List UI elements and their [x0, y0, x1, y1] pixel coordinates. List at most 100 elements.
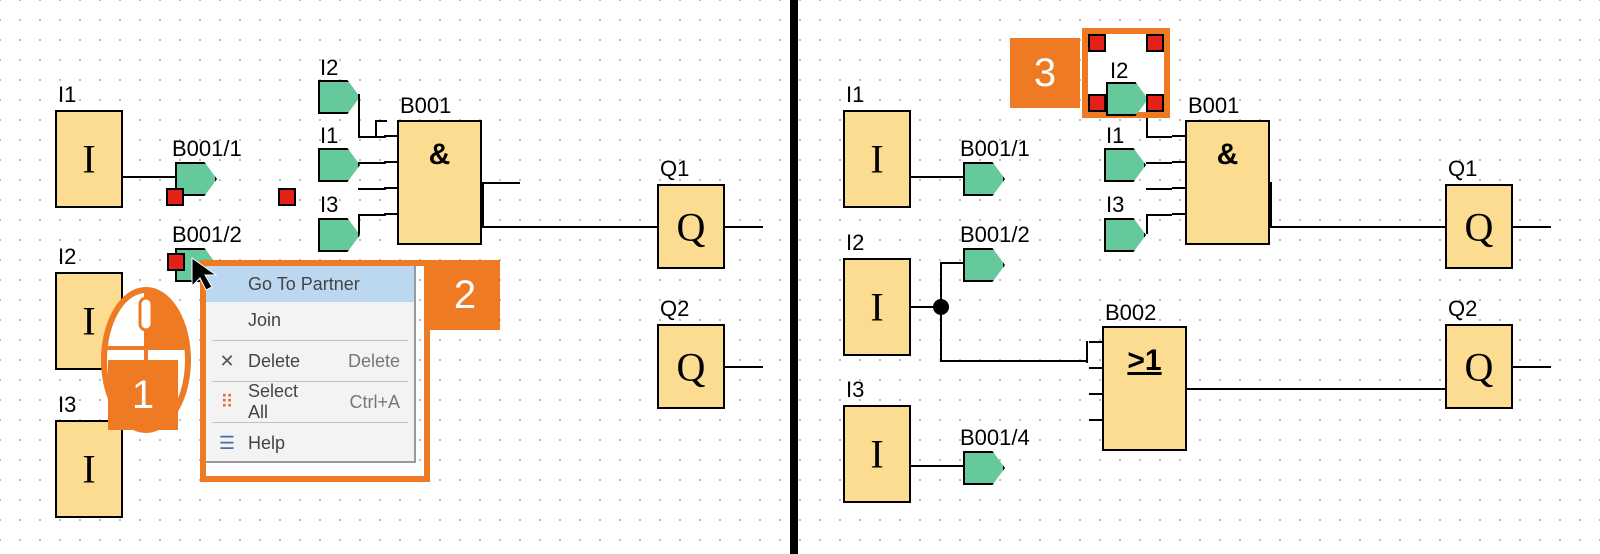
- or-gate[interactable]: >1: [1102, 326, 1187, 451]
- gate-input-tick: [384, 161, 398, 163]
- ctx-help[interactable]: ☰ Help: [206, 425, 414, 461]
- wire: [911, 465, 963, 467]
- wire: [358, 214, 360, 234]
- wire: [358, 162, 386, 164]
- io-symbol: I: [82, 136, 95, 183]
- wire: [375, 120, 387, 122]
- gatein-i1[interactable]: [318, 148, 360, 182]
- gate-input-tick: [1172, 187, 1186, 189]
- gatein-i1-r[interactable]: [1104, 148, 1146, 182]
- input-label-i3: I3: [58, 392, 76, 418]
- wire: [123, 176, 175, 178]
- selection-handle[interactable]: [1088, 34, 1106, 52]
- wire: [1146, 136, 1172, 138]
- cut-label-b0011: B001/1: [172, 136, 242, 162]
- wire: [1187, 388, 1447, 390]
- gatein-i3-r[interactable]: [1104, 218, 1146, 252]
- output-label-r2: Q2: [1448, 296, 1477, 322]
- wire: [1146, 214, 1172, 216]
- input-label-i1-r: I1: [846, 82, 864, 108]
- selectall-icon: ⠿: [216, 392, 238, 413]
- cut-connector-r2[interactable]: [963, 248, 1005, 282]
- callout-badge-3: 3: [1010, 38, 1080, 108]
- selection-handle[interactable]: [1146, 34, 1164, 52]
- wire: [482, 182, 484, 228]
- selection-handle[interactable]: [1088, 94, 1106, 112]
- output-q1-r[interactable]: Q: [1445, 184, 1513, 269]
- gate-symbol: &: [429, 138, 451, 172]
- gatein-i3[interactable]: [318, 218, 360, 252]
- gate-label: B001: [400, 93, 451, 119]
- wire: [358, 214, 386, 216]
- wire: [358, 94, 360, 138]
- wire: [375, 120, 377, 136]
- ctx-select-all[interactable]: ⠿ Select All Ctrl+A: [206, 384, 414, 420]
- ctx-join[interactable]: Join: [206, 302, 414, 338]
- wire: [482, 182, 520, 184]
- gatein-label: I1: [320, 123, 338, 149]
- selection-handle[interactable]: [166, 188, 184, 206]
- cut-label-b0012: B001/2: [172, 222, 242, 248]
- input-label-i1: I1: [58, 82, 76, 108]
- input-label-i3-r: I3: [846, 377, 864, 403]
- junction-dot: [933, 299, 949, 315]
- x-icon: ✕: [216, 351, 238, 372]
- output-label: Q1: [660, 156, 689, 182]
- output-q1[interactable]: Q: [657, 184, 725, 269]
- input-block-i2-r[interactable]: I: [843, 258, 911, 356]
- cut-connector-r1[interactable]: [963, 162, 1005, 196]
- gatein-label-r-sel: I2: [1110, 58, 1128, 84]
- gate-input-tick: [1089, 393, 1103, 395]
- wire: [1513, 366, 1551, 368]
- cut-label-r4: B001/4: [960, 425, 1030, 451]
- gate-input-tick: [1172, 213, 1186, 215]
- wire: [940, 360, 1088, 362]
- wire: [358, 136, 386, 138]
- context-menu: Go To Partner Join ✕ Delete Delete ⠿ Sel…: [204, 264, 416, 463]
- cut-connector-r4[interactable]: [963, 451, 1005, 485]
- wire: [911, 176, 963, 178]
- gatein-i2[interactable]: [318, 80, 360, 114]
- output-label-r: Q1: [1448, 156, 1477, 182]
- wire: [940, 262, 963, 264]
- and-gate-r[interactable]: &: [1185, 120, 1270, 245]
- wire: [1146, 214, 1148, 234]
- output-q2-r[interactable]: Q: [1445, 324, 1513, 409]
- panel-divider: [790, 0, 798, 554]
- gatein-label-r: I3: [1106, 192, 1124, 218]
- gate-input-tick: [1089, 367, 1103, 369]
- callout-badge-2: 2: [430, 260, 500, 330]
- selection-handle[interactable]: [278, 188, 296, 206]
- selection-handle[interactable]: [1146, 94, 1164, 112]
- wire: [725, 226, 763, 228]
- gate-input-tick: [384, 187, 398, 189]
- io-symbol: Q: [677, 343, 706, 390]
- wire: [1445, 366, 1447, 390]
- ctx-delete[interactable]: ✕ Delete Delete: [206, 343, 414, 379]
- and-gate[interactable]: &: [397, 120, 482, 245]
- gatein-label-r: I1: [1106, 123, 1124, 149]
- input-block-i1[interactable]: I: [55, 110, 123, 208]
- ctx-goto-partner[interactable]: Go To Partner: [206, 266, 414, 302]
- cut-label-r2: B001/2: [960, 222, 1030, 248]
- input-block-i1-r[interactable]: I: [843, 110, 911, 208]
- callout-badge-1: 1: [108, 360, 178, 430]
- cut-label-r1: B001/1: [960, 136, 1030, 162]
- wire: [725, 366, 763, 368]
- gate-symbol: >1: [1127, 344, 1161, 378]
- gatein-label: I2: [320, 55, 338, 81]
- io-symbol: I: [870, 136, 883, 183]
- input-block-i3-r[interactable]: I: [843, 405, 911, 503]
- wire: [358, 188, 386, 190]
- gate-input-tick: [1172, 135, 1186, 137]
- io-symbol: I: [870, 284, 883, 331]
- output-q2[interactable]: Q: [657, 324, 725, 409]
- io-symbol: Q: [1465, 203, 1494, 250]
- selection-handle[interactable]: [167, 253, 185, 271]
- wire: [482, 226, 658, 228]
- gate-symbol: &: [1217, 138, 1239, 172]
- input-label-i2: I2: [58, 244, 76, 270]
- gate-input-tick: [1172, 161, 1186, 163]
- gatein-label: I3: [320, 192, 338, 218]
- diagram-canvas: I I1 I I2 I I3 B001/1 B001/2 I2 I1 I3 B0…: [0, 0, 1600, 554]
